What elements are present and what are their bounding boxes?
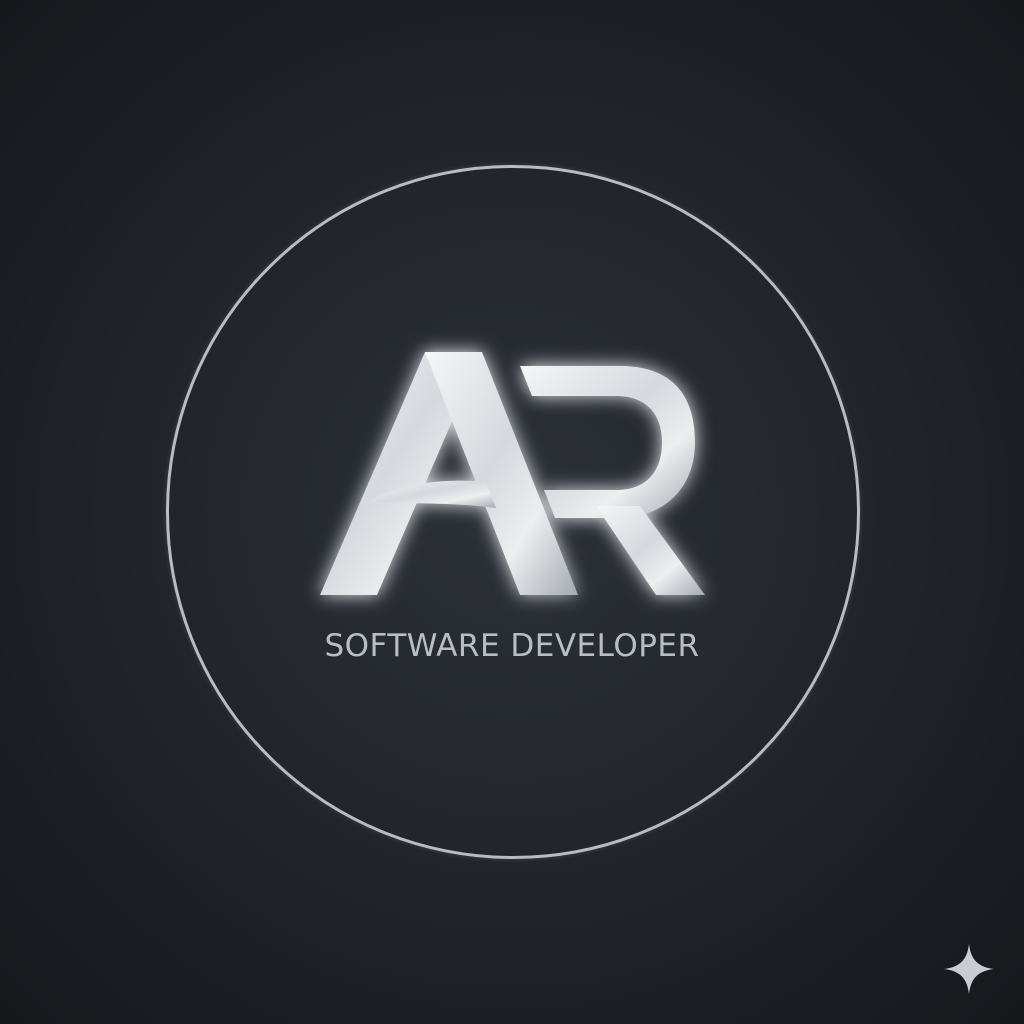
letter-r-leg xyxy=(596,506,705,595)
tagline: SOFTWARE DEVELOPER xyxy=(324,628,700,664)
logo-canvas: SOFTWARE DEVELOPER xyxy=(0,0,1024,1024)
letter-r-bowl xyxy=(520,366,695,518)
sparkle-icon xyxy=(944,944,994,994)
ar-monogram-icon xyxy=(320,352,705,595)
